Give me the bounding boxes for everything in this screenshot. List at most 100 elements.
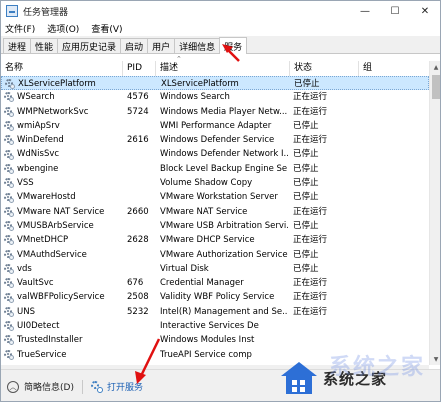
- service-description: Windows Search: [160, 92, 230, 103]
- table-row[interactable]: wbengine Block Level Backup Engine Se... 已…: [1, 162, 429, 176]
- service-description: VMware Authorization Service: [160, 249, 288, 260]
- table-row[interactable]: valWBFPolicyService 2508 Validity WBF Poli…: [1, 290, 429, 304]
- service-pid: 2616: [127, 135, 149, 146]
- scrollbar-thumb[interactable]: [432, 75, 440, 99]
- service-gear-icon: [4, 106, 14, 117]
- service-name-cell: UI0Detect: [4, 319, 123, 333]
- service-description: WMI Performance Adapter: [160, 120, 272, 131]
- service-status: 已停止: [294, 79, 320, 89]
- service-name-cell: TrueService: [4, 348, 123, 362]
- service-gear-icon: [4, 349, 14, 360]
- service-description: VMware Workstation Server: [160, 192, 278, 203]
- service-pid: 5724: [127, 106, 149, 117]
- table-row[interactable]: VMUSBArbService VMware USB Arbitration Se…: [1, 219, 429, 233]
- service-name: WSearch: [17, 92, 55, 103]
- tab-processes[interactable]: 进程: [3, 38, 32, 53]
- table-row[interactable]: WdNisSvc Windows Defender Network I... 已停止: [1, 147, 429, 161]
- table-row[interactable]: VMnetDHCP 2628 VMware DHCP Service 正在运行: [1, 233, 429, 247]
- table-row[interactable]: WMPNetworkSvc 5724 Windows Media Player Ne…: [1, 105, 429, 119]
- table-row[interactable]: UI0Detect Interactive Services De: [1, 319, 429, 333]
- table-row[interactable]: wmiApSrv WMI Performance Adapter 已停止: [1, 119, 429, 133]
- service-name: VMwareHostd: [17, 192, 76, 203]
- service-name-cell: WinDefend: [4, 133, 123, 147]
- table-row[interactable]: VMAuthdService VMware Authorization Servi…: [1, 248, 429, 262]
- service-gear-icon: [4, 121, 14, 132]
- title-bar: 任务管理器 — ☐ ✕: [1, 1, 440, 21]
- service-name-cell: UNS: [4, 305, 123, 319]
- service-name-cell: VSS: [4, 176, 123, 190]
- services-table: XLServicePlatform XLServicePlatform 已停止 WSe…: [1, 76, 429, 366]
- service-name: VMUSBArbService: [17, 220, 94, 231]
- service-name: wmiApSrv: [17, 120, 60, 131]
- service-name-cell: wmiApSrv: [4, 119, 123, 133]
- tab-users[interactable]: 用户: [147, 38, 176, 53]
- service-description: Windows Modules Inst: [160, 335, 255, 346]
- service-name-cell: WSearch: [4, 90, 123, 104]
- service-status: 正在运行: [293, 135, 328, 146]
- tab-strip: 进程 性能 应用历史记录 启动 用户 详细信息 服务: [1, 36, 440, 54]
- service-name-cell: WMPNetworkSvc: [4, 105, 123, 119]
- tab-details[interactable]: 详细信息: [174, 38, 221, 53]
- service-gear-icon: [4, 221, 14, 232]
- menu-view[interactable]: 查看(V): [91, 22, 122, 35]
- column-header-group[interactable]: 组: [359, 61, 429, 76]
- service-gear-icon: [4, 92, 14, 103]
- fewer-details-link[interactable]: 简略信息(D): [24, 380, 74, 393]
- service-gear-icon: [4, 178, 14, 189]
- column-header-status[interactable]: 状态: [290, 61, 359, 76]
- vertical-scrollbar[interactable]: ▲ ▼: [429, 61, 440, 365]
- open-services-link[interactable]: 打开服务: [107, 380, 143, 393]
- tab-app-history[interactable]: 应用历史记录: [57, 38, 122, 53]
- table-row[interactable]: XLServicePlatform XLServicePlatform 已停止: [1, 76, 429, 91]
- service-name: UNS: [17, 306, 35, 317]
- service-description: Virtual Disk: [160, 263, 209, 274]
- service-name: VMAuthdService: [17, 249, 87, 260]
- service-pid: 5232: [127, 306, 149, 317]
- service-name-cell: vds: [4, 262, 123, 276]
- service-name-cell: XLServicePlatform: [5, 77, 124, 91]
- column-header-name[interactable]: 名称: [1, 61, 123, 76]
- service-status: 已停止: [293, 178, 319, 189]
- collapse-chevron-icon[interactable]: ︿: [7, 380, 19, 393]
- service-gear-icon: [4, 249, 14, 260]
- service-gear-icon: [4, 321, 14, 332]
- maximize-button[interactable]: ☐: [380, 1, 410, 21]
- service-status: 正在运行: [293, 292, 328, 303]
- service-gear-icon: [4, 192, 14, 203]
- service-name-cell: valWBFPolicyService: [4, 290, 123, 304]
- table-row[interactable]: WSearch 4576 Windows Search 正在运行: [1, 90, 429, 104]
- column-header-pid[interactable]: PID: [123, 61, 156, 76]
- table-row[interactable]: WinDefend 2616 Windows Defender Service 正在运…: [1, 133, 429, 147]
- table-row[interactable]: UNS 5232 Intel(R) Management and Se... 正在运行: [1, 305, 429, 319]
- scroll-up-icon[interactable]: ▲: [430, 61, 440, 73]
- tab-services[interactable]: 服务: [219, 37, 248, 54]
- tab-performance[interactable]: 性能: [30, 38, 59, 53]
- services-gear-icon[interactable]: [90, 380, 103, 393]
- service-description: Intel(R) Management and Se...: [160, 306, 288, 317]
- menu-file[interactable]: 文件(F): [5, 22, 35, 35]
- minimize-button[interactable]: —: [350, 1, 380, 21]
- service-status: 已停止: [293, 120, 319, 131]
- service-gear-icon: [4, 292, 14, 303]
- service-name-cell: WdNisSvc: [4, 147, 123, 161]
- service-name: XLServicePlatform: [18, 79, 96, 89]
- table-row[interactable]: VaultSvc 676 Credential Manager 正在运行: [1, 276, 429, 290]
- service-status: 正在运行: [293, 278, 328, 289]
- close-button[interactable]: ✕: [410, 1, 440, 21]
- service-name: wbengine: [17, 163, 59, 174]
- service-description: Windows Defender Network I...: [160, 149, 288, 160]
- column-header-description[interactable]: 描述: [156, 61, 290, 76]
- tab-startup[interactable]: 启动: [120, 38, 149, 53]
- table-row[interactable]: VMwareHostd VMware Workstation Server 已停止: [1, 190, 429, 204]
- table-row[interactable]: TrustedInstaller Windows Modules Inst: [1, 333, 429, 347]
- window-title: 任务管理器: [23, 7, 69, 18]
- service-gear-icon: [4, 149, 14, 160]
- service-name: UI0Detect: [17, 321, 60, 332]
- table-row[interactable]: VMware NAT Service 2660 VMware NAT Service…: [1, 205, 429, 219]
- table-row[interactable]: VSS Volume Shadow Copy 已停止: [1, 176, 429, 190]
- footer-divider: [81, 379, 83, 394]
- menu-options[interactable]: 选项(O): [47, 22, 79, 35]
- table-row[interactable]: vds Virtual Disk 已停止: [1, 262, 429, 276]
- watermark-ghost-text: 系统之家: [329, 355, 426, 380]
- service-description: Interactive Services De: [160, 321, 259, 332]
